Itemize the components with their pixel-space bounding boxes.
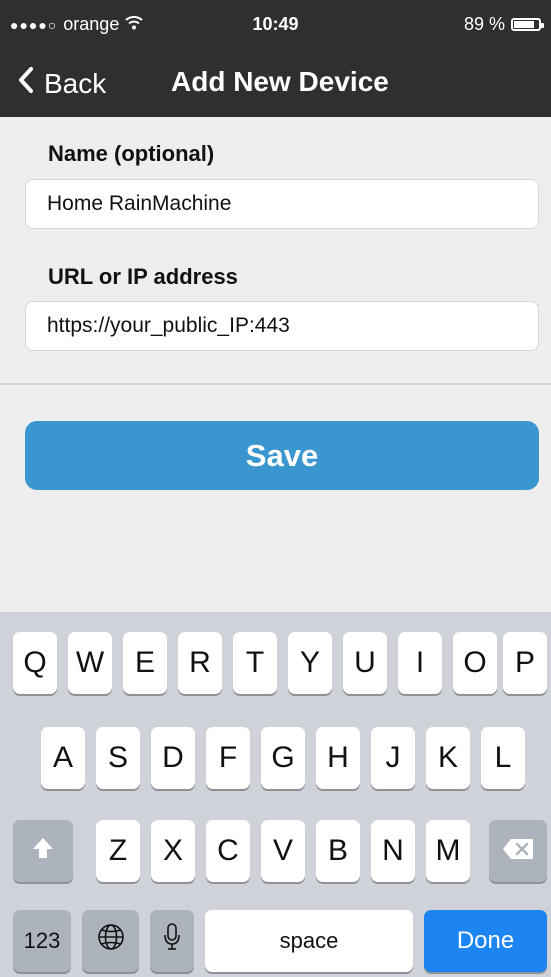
key-y[interactable]: Y: [288, 632, 332, 694]
key-a[interactable]: A: [41, 727, 85, 789]
globe-key[interactable]: [82, 910, 139, 972]
key-s[interactable]: S: [96, 727, 140, 789]
key-r[interactable]: R: [178, 632, 222, 694]
key-h[interactable]: H: [316, 727, 360, 789]
status-bar: ●●●●○ orange 10:49 89 %: [0, 0, 551, 50]
space-key[interactable]: space: [205, 910, 413, 972]
page-title: Add New Device: [171, 66, 389, 97]
key-v[interactable]: V: [261, 820, 305, 882]
navigation-bar: Back Add New Device: [0, 50, 551, 117]
key-j[interactable]: J: [371, 727, 415, 789]
back-label: Back: [44, 67, 107, 99]
key-b[interactable]: B: [316, 820, 360, 882]
key-p[interactable]: P: [503, 632, 547, 694]
name-label: Name (optional): [48, 141, 215, 166]
key-g[interactable]: G: [261, 727, 305, 789]
backspace-icon: [502, 834, 534, 868]
shift-key[interactable]: [13, 820, 73, 882]
save-button[interactable]: Save: [25, 421, 539, 490]
done-key[interactable]: Done: [424, 910, 547, 972]
name-field[interactable]: [25, 179, 539, 229]
key-t[interactable]: T: [233, 632, 277, 694]
key-o[interactable]: O: [453, 632, 497, 694]
shift-arrow-icon: [31, 834, 55, 868]
key-e[interactable]: E: [123, 632, 167, 694]
numbers-key[interactable]: 123: [13, 910, 71, 972]
battery-icon: [511, 18, 544, 31]
microphone-icon: [163, 922, 181, 960]
key-w[interactable]: W: [68, 632, 112, 694]
key-z[interactable]: Z: [96, 820, 140, 882]
key-i[interactable]: I: [398, 632, 442, 694]
key-q[interactable]: Q: [13, 632, 57, 694]
key-d[interactable]: D: [151, 727, 195, 789]
key-f[interactable]: F: [206, 727, 250, 789]
key-n[interactable]: N: [371, 820, 415, 882]
back-button[interactable]: Back: [18, 66, 106, 101]
dictation-key[interactable]: [150, 910, 194, 972]
battery-group: 89 %: [463, 14, 544, 35]
key-l[interactable]: L: [481, 727, 525, 789]
chevron-left-icon: [18, 66, 34, 101]
globe-icon: [96, 922, 126, 960]
key-m[interactable]: M: [426, 820, 470, 882]
url-field[interactable]: [25, 301, 539, 351]
keyboard: Q W E R T Y U I O P A S D F G H J K L Z …: [0, 612, 551, 977]
divider: [0, 383, 551, 385]
delete-key[interactable]: [489, 820, 547, 882]
key-x[interactable]: X: [151, 820, 195, 882]
key-u[interactable]: U: [343, 632, 387, 694]
battery-percent: 89 %: [463, 14, 505, 34]
key-k[interactable]: K: [426, 727, 470, 789]
url-label: URL or IP address: [48, 264, 238, 289]
key-c[interactable]: C: [206, 820, 250, 882]
